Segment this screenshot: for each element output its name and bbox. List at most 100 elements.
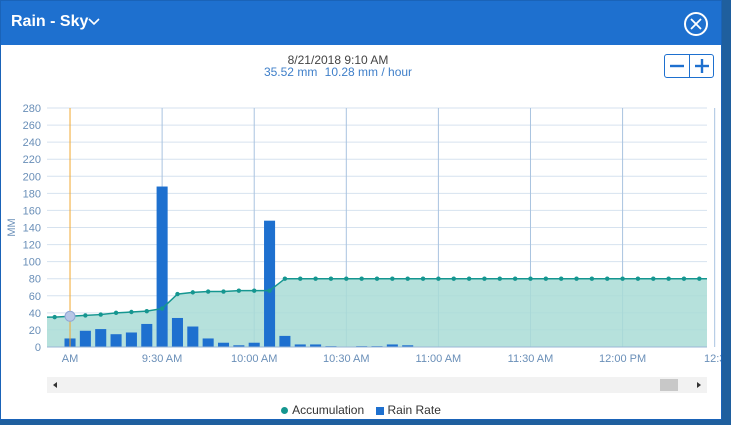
chart-svg: 0 20 40 60 80 100 120 140 160 180 200 220 240 260 280 M… <box>6 103 721 365</box>
y-tick-label: 80 <box>29 274 41 286</box>
zoom-in-button[interactable] <box>690 55 714 77</box>
accumulation-point[interactable] <box>236 288 242 293</box>
zoom-controls <box>664 54 714 78</box>
x-tick-label: 9:30 AM <box>142 353 182 365</box>
close-button[interactable] <box>684 12 708 36</box>
accumulation-point[interactable] <box>175 291 180 297</box>
accumulation-point[interactable] <box>359 276 364 281</box>
accumulation-point[interactable] <box>558 276 564 281</box>
cursor-marker[interactable] <box>64 310 76 322</box>
accumulation-point[interactable] <box>113 310 119 316</box>
accumulation-point[interactable] <box>313 276 318 281</box>
rain-rate-bar[interactable] <box>110 334 122 347</box>
rain-rate-bar[interactable] <box>187 326 199 347</box>
chart-legend: Accumulation Rain Rate <box>1 403 721 417</box>
y-tick-label: 20 <box>29 325 41 337</box>
accumulation-point[interactable] <box>497 276 502 281</box>
accumulation-point[interactable] <box>436 276 441 281</box>
accumulation-point[interactable] <box>543 276 549 281</box>
arrow-left-icon <box>53 382 57 388</box>
chevron-down-icon[interactable] <box>87 15 101 29</box>
y-tick-label: 240 <box>23 137 41 149</box>
rain-rate-bar[interactable] <box>125 332 137 347</box>
accumulation-point[interactable] <box>83 313 88 318</box>
accumulation-point[interactable] <box>574 276 579 281</box>
x-tick-label: AM <box>62 353 79 365</box>
accumulation-point[interactable] <box>405 276 410 281</box>
accumulation-point[interactable] <box>681 276 687 281</box>
accumulation-point[interactable] <box>144 308 149 314</box>
rate-reading: 10.28 mm / hour <box>324 65 413 79</box>
x-tick-label: 12:00 PM <box>599 353 646 365</box>
accumulation-point[interactable] <box>98 312 103 317</box>
y-tick-label: 160 <box>23 205 41 217</box>
x-tick-label: 10:00 AM <box>231 353 277 365</box>
accumulation-point[interactable] <box>205 289 211 294</box>
accumulation-point[interactable] <box>651 276 656 281</box>
rain-chart[interactable]: 0 20 40 60 80 100 120 140 160 180 200 220 240 260 280 M… <box>1 96 721 366</box>
y-tick-label: 60 <box>29 291 41 303</box>
accumulation-marker-icon <box>281 407 289 415</box>
zoom-out-button[interactable] <box>665 55 690 77</box>
close-icon <box>690 18 702 30</box>
accumulation-point[interactable] <box>466 276 472 281</box>
accumulation-point[interactable] <box>252 288 257 293</box>
y-tick-label: 280 <box>23 103 41 115</box>
window-title[interactable]: Rain - Sky <box>11 13 88 31</box>
x-tick-label: 11:30 AM <box>508 353 554 365</box>
x-tick-label: 11:00 AM <box>416 353 462 365</box>
accumulation-point[interactable] <box>482 276 487 281</box>
accumulation-point[interactable] <box>635 276 641 281</box>
rain-rate-bar[interactable] <box>156 186 168 347</box>
accumulation-point[interactable] <box>620 276 625 281</box>
accumulation-point[interactable] <box>390 276 395 281</box>
y-tick-label: 40 <box>29 308 41 320</box>
legend-item-rain-rate[interactable]: Rain Rate <box>375 403 441 417</box>
rain-rate-bar[interactable] <box>264 220 276 347</box>
title-bar: Rain - Sky <box>1 1 721 45</box>
plus-icon <box>695 59 709 73</box>
scroll-thumb[interactable] <box>660 379 678 391</box>
rain-rate-bar[interactable] <box>141 323 153 347</box>
rain-rate-bar[interactable] <box>248 342 260 347</box>
accumulation-point[interactable] <box>420 276 426 281</box>
x-tick-label: 12:3 <box>704 353 721 365</box>
y-tick-label: 120 <box>23 240 41 252</box>
x-tick-label: 10:30 AM <box>323 353 369 365</box>
accumulation-point[interactable] <box>129 309 134 315</box>
accumulation-point[interactable] <box>221 289 226 294</box>
accumulation-point[interactable] <box>190 290 196 295</box>
rain-rate-bar[interactable] <box>95 329 107 347</box>
rain-sky-window: Rain - Sky 8/21/2018 9:10 AM 35.52 mm 10… <box>0 0 722 420</box>
accumulation-point[interactable] <box>267 288 272 293</box>
accumulation-point[interactable] <box>512 276 518 281</box>
y-tick-label: 200 <box>23 171 41 183</box>
accumulation-point[interactable] <box>697 276 702 281</box>
accumulation-point[interactable] <box>344 276 349 281</box>
rain-rate-bar[interactable] <box>79 330 91 347</box>
rain-rate-bar[interactable] <box>171 317 183 347</box>
accumulation-point[interactable] <box>328 276 334 281</box>
accumulation-point[interactable] <box>298 276 303 281</box>
accumulation-point[interactable] <box>52 314 57 320</box>
y-tick-label: 100 <box>23 257 41 269</box>
accumulation-point[interactable] <box>666 276 671 281</box>
legend-item-accumulation[interactable]: Accumulation <box>281 403 364 417</box>
rain-rate-bar[interactable] <box>217 342 230 347</box>
accumulation-point[interactable] <box>282 276 288 281</box>
rain-rate-bar[interactable] <box>279 335 291 347</box>
scroll-left-button[interactable] <box>47 377 63 393</box>
accumulation-point[interactable] <box>605 276 610 281</box>
accumulation-point[interactable] <box>159 306 165 311</box>
scroll-right-button[interactable] <box>691 377 707 393</box>
accumulation-point[interactable] <box>589 276 595 281</box>
accumulation-point[interactable] <box>451 276 456 281</box>
accumulation-point[interactable] <box>528 276 533 281</box>
chart-scrollbar[interactable] <box>47 377 707 393</box>
y-tick-label: 220 <box>23 154 41 166</box>
y-tick-label: 0 <box>35 342 41 354</box>
rain-rate-bar[interactable] <box>202 338 214 347</box>
accumulation-point[interactable] <box>374 276 380 281</box>
reading-values: 35.52 mm 10.28 mm / hour <box>1 65 675 79</box>
y-tick-label: 260 <box>23 120 41 132</box>
